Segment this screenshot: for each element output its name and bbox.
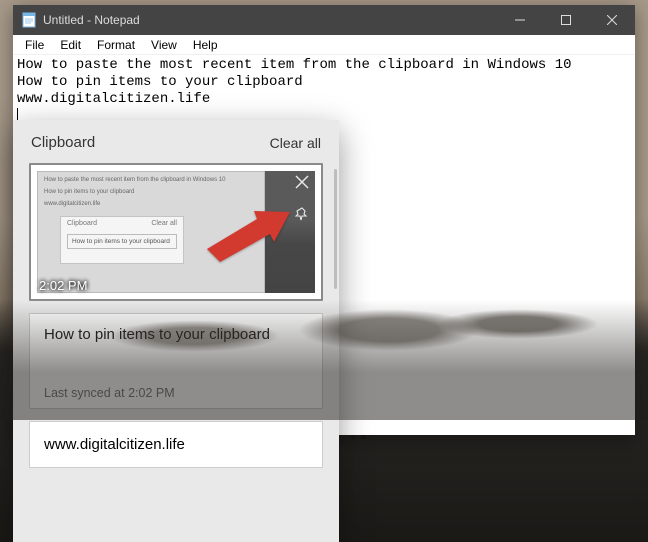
clipboard-item-image[interactable]: How to paste the most recent item from t… xyxy=(29,163,323,301)
menu-file[interactable]: File xyxy=(17,36,52,54)
titlebar[interactable]: Untitled - Notepad xyxy=(13,5,635,35)
clipboard-list: How to paste the most recent item from t… xyxy=(13,163,339,468)
clipboard-item-synced: Last synced at 2:02 PM xyxy=(44,362,308,400)
delete-item-button[interactable] xyxy=(291,171,313,193)
clipboard-item-text[interactable]: www.digitalcitizen.life xyxy=(29,421,323,468)
minimize-button[interactable] xyxy=(497,5,543,35)
close-button[interactable] xyxy=(589,5,635,35)
clipboard-item-content: www.digitalcitizen.life xyxy=(44,436,185,453)
window-title: Untitled - Notepad xyxy=(43,13,497,27)
clear-all-button[interactable]: Clear all xyxy=(270,135,321,151)
document-text: How to paste the most recent item from t… xyxy=(17,57,572,107)
menu-view[interactable]: View xyxy=(143,36,185,54)
menu-edit[interactable]: Edit xyxy=(52,36,89,54)
menubar: File Edit Format View Help xyxy=(13,35,635,55)
maximize-button[interactable] xyxy=(543,5,589,35)
notepad-icon xyxy=(21,12,37,28)
list-scrollbar-thumb[interactable] xyxy=(334,169,337,289)
clipboard-flyout: Clipboard Clear all How to paste the mos… xyxy=(13,120,339,542)
desktop-wallpaper: Untitled - Notepad File Edit Format View… xyxy=(0,0,648,542)
pin-item-button[interactable] xyxy=(291,203,313,225)
clipboard-title: Clipboard xyxy=(31,134,95,151)
clipboard-item-content: How to pin items to your clipboard xyxy=(44,326,308,343)
clipboard-item-text[interactable]: How to pin items to your clipboard Last … xyxy=(29,313,323,409)
clipboard-thumbnail: How to paste the most recent item from t… xyxy=(31,165,321,299)
menu-help[interactable]: Help xyxy=(185,36,226,54)
menu-format[interactable]: Format xyxy=(89,36,143,54)
clipboard-item-timestamp: 2:02 PM xyxy=(39,278,87,293)
